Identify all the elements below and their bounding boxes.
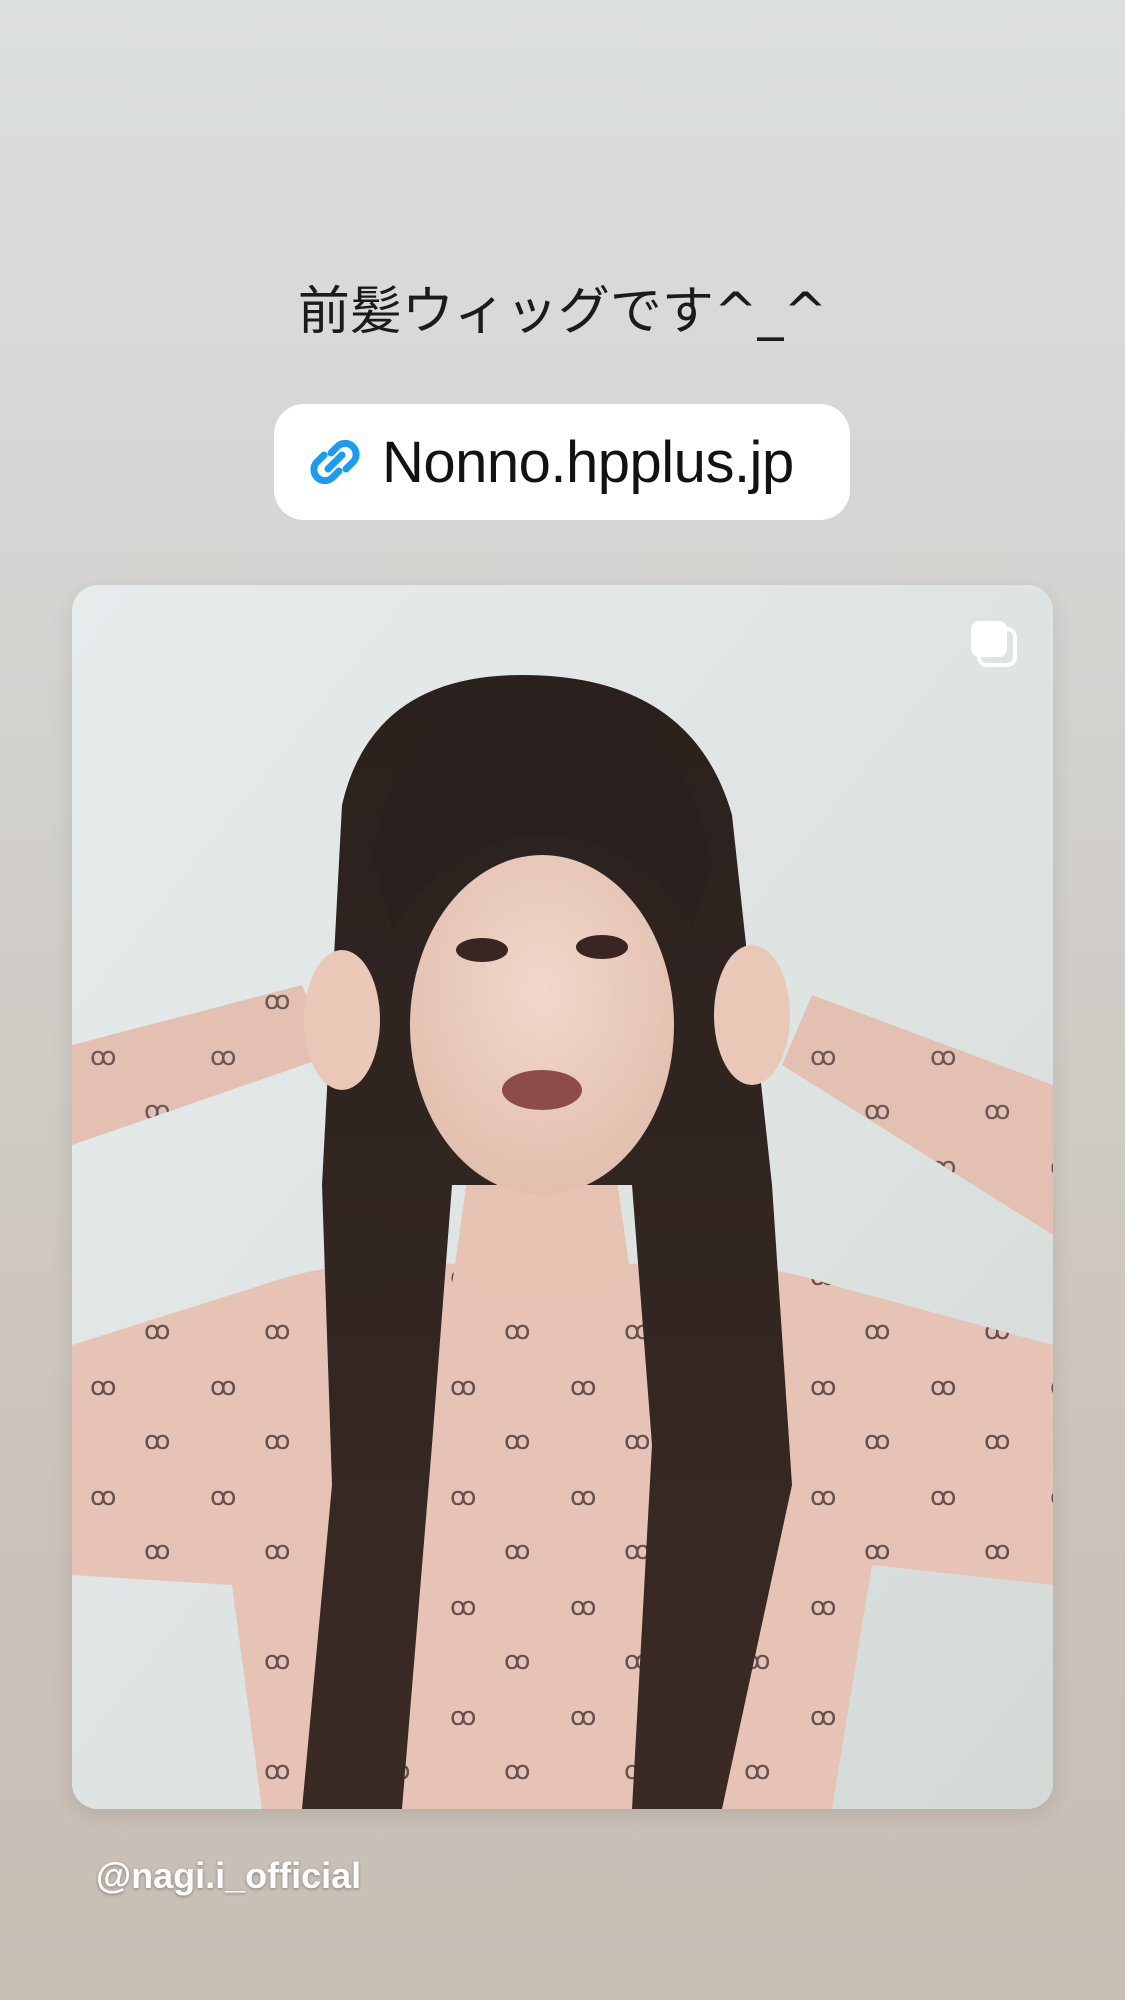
- link-icon: [302, 429, 368, 495]
- carousel-icon: [971, 621, 1017, 667]
- shared-post-card[interactable]: ꝏ ꝏ: [72, 585, 1053, 1809]
- link-sticker[interactable]: Nonno.hpplus.jp: [274, 404, 850, 520]
- post-photo: ꝏ ꝏ: [72, 585, 1053, 1809]
- link-url-text: Nonno.hpplus.jp: [382, 429, 794, 495]
- post-username[interactable]: @nagi.i_official: [96, 1855, 361, 1897]
- story-caption-text: 前髪ウィッグです^_^: [297, 282, 828, 342]
